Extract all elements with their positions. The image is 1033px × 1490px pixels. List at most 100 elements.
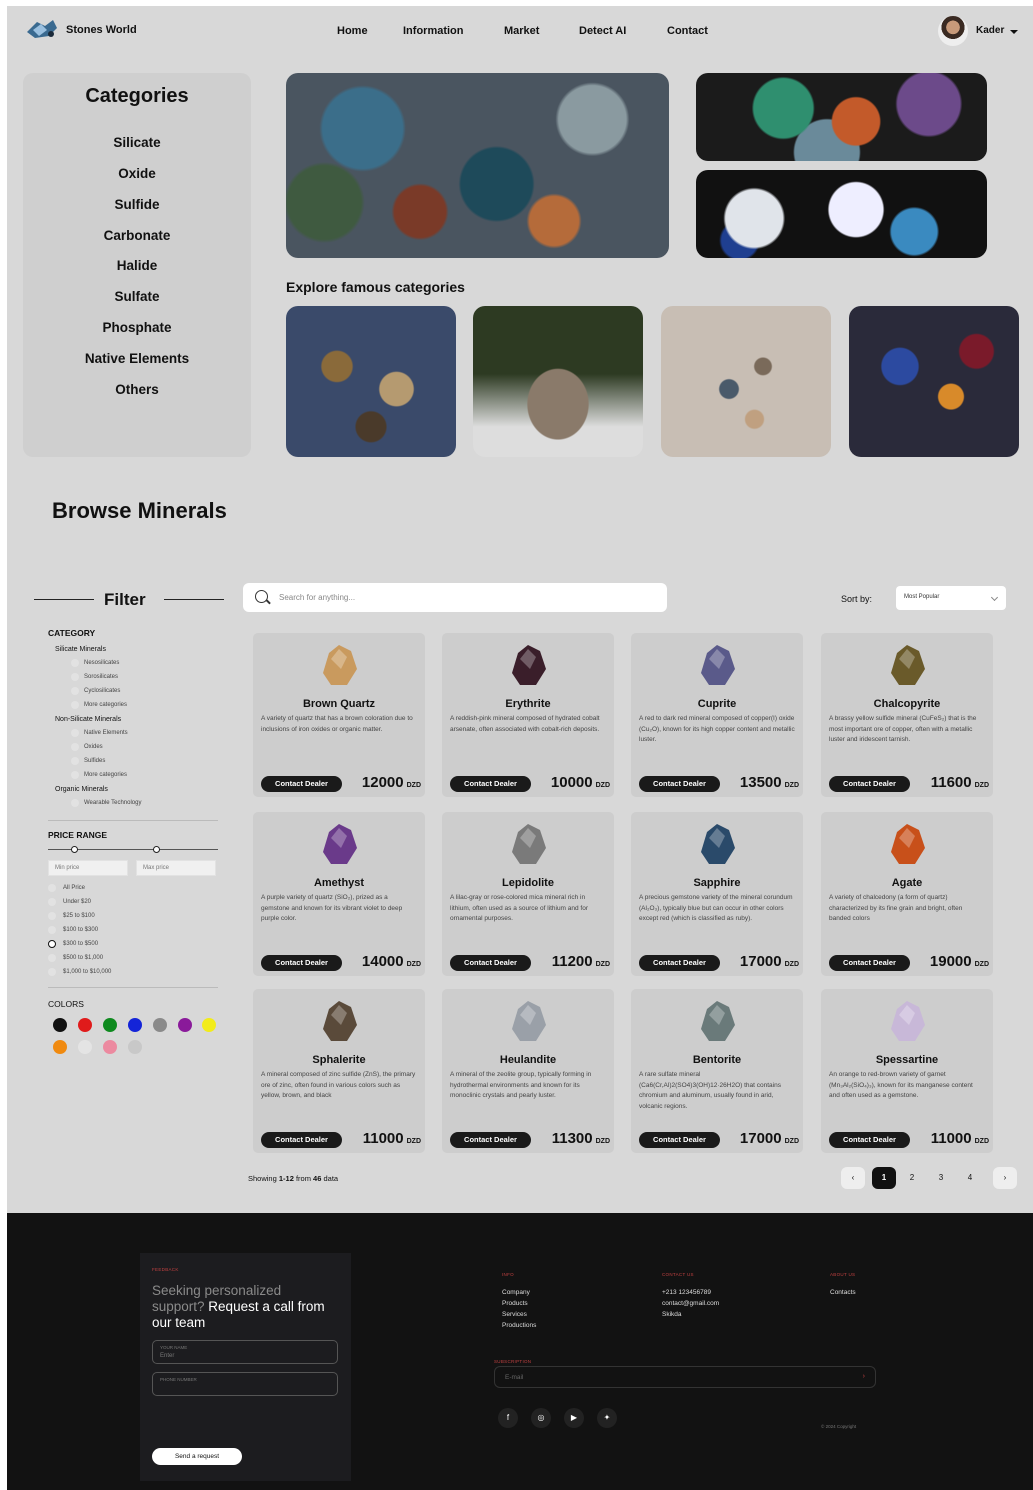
twitter-icon[interactable]: ✦	[597, 1408, 617, 1428]
filter-group-non-silicate[interactable]: Non-Silicate Minerals	[55, 716, 121, 723]
price-option[interactable]: $25 to $100	[63, 913, 95, 919]
color-swatch[interactable]	[128, 1018, 142, 1032]
next-page-button[interactable]: ›	[993, 1167, 1017, 1189]
page-button[interactable]: 3	[929, 1167, 953, 1189]
filter-option[interactable]: Cyclosilicates	[84, 688, 120, 694]
filter-option[interactable]: Nesosilicates	[84, 660, 119, 666]
color-swatch[interactable]	[178, 1018, 192, 1032]
filter-group-silicate[interactable]: Silicate Minerals	[55, 646, 106, 653]
contact-dealer-button[interactable]: Contact Dealer	[261, 1132, 342, 1148]
footer-link[interactable]: Company	[502, 1287, 536, 1298]
sort-select[interactable]: Most Popular	[896, 586, 1006, 610]
arrow-right-icon[interactable]: ›	[863, 1373, 865, 1380]
product-card[interactable]: Heulandite A mineral of the zeolite group…	[442, 989, 614, 1153]
footer-link[interactable]: Productions	[502, 1320, 536, 1331]
color-swatch[interactable]	[78, 1018, 92, 1032]
page-button[interactable]: 2	[900, 1167, 924, 1189]
category-phosphate[interactable]: Phosphate	[23, 320, 251, 335]
logo-icon[interactable]	[23, 16, 61, 42]
color-swatch[interactable]	[202, 1018, 216, 1032]
filter-option[interactable]: Wearable Technology	[84, 800, 141, 806]
product-card[interactable]: Sphalerite A mineral composed of zinc sul…	[253, 989, 425, 1153]
min-price-input[interactable]: Min price	[48, 860, 128, 876]
color-swatch[interactable]	[103, 1040, 117, 1054]
price-option[interactable]: Under $20	[63, 899, 91, 905]
price-option[interactable]: $300 to $500	[63, 941, 98, 947]
product-card[interactable]: Erythrite A reddish-pink mineral composed…	[442, 633, 614, 797]
color-swatch[interactable]	[78, 1040, 92, 1054]
send-request-button[interactable]: Send a request	[152, 1448, 242, 1465]
footer-link[interactable]: Contacts	[830, 1287, 856, 1298]
radio[interactable]	[48, 884, 56, 892]
product-card[interactable]: Lepidolite A lilac-gray or rose-colored m…	[442, 812, 614, 976]
filter-option[interactable]: Oxides	[84, 744, 103, 750]
category-sulfate[interactable]: Sulfate	[23, 289, 251, 304]
contact-dealer-button[interactable]: Contact Dealer	[639, 776, 720, 792]
brand-name[interactable]: Stones World	[66, 24, 137, 36]
color-swatch[interactable]	[103, 1018, 117, 1032]
contact-dealer-button[interactable]: Contact Dealer	[829, 1132, 910, 1148]
category-native-elements[interactable]: Native Elements	[23, 351, 251, 366]
radio[interactable]	[48, 898, 56, 906]
category-others[interactable]: Others	[23, 382, 251, 397]
phone-field[interactable]: PHONE NUMBER	[152, 1372, 338, 1396]
radio-selected[interactable]	[48, 940, 56, 948]
contact-dealer-button[interactable]: Contact Dealer	[261, 955, 342, 971]
email-subscribe-input[interactable]: E-mail ›	[494, 1366, 876, 1388]
famous-category-image[interactable]	[661, 306, 831, 457]
price-option[interactable]: $500 to $1,000	[63, 955, 103, 961]
category-halide[interactable]: Halide	[23, 258, 251, 273]
contact-dealer-button[interactable]: Contact Dealer	[829, 776, 910, 792]
product-card[interactable]: Bentorite A rare sulfate mineral (Ca6(Cr,…	[631, 989, 803, 1153]
product-card[interactable]: Chalcopyrite A brassy yellow sulfide mine…	[821, 633, 993, 797]
price-slider-max-handle[interactable]	[153, 846, 160, 853]
product-card[interactable]: Spessartine An orange to red-brown variet…	[821, 989, 993, 1153]
email-address[interactable]: contact@gmail.com	[662, 1298, 719, 1309]
filter-option[interactable]: Sorosilicates	[84, 674, 118, 680]
page-button[interactable]: 4	[958, 1167, 982, 1189]
nav-contact[interactable]: Contact	[667, 25, 708, 37]
contact-dealer-button[interactable]: Contact Dealer	[639, 955, 720, 971]
nav-market[interactable]: Market	[504, 25, 539, 37]
nav-detect-ai[interactable]: Detect AI	[579, 25, 626, 37]
product-card[interactable]: Cuprite A red to dark red mineral compose…	[631, 633, 803, 797]
footer-link[interactable]: Products	[502, 1298, 536, 1309]
prev-page-button[interactable]: ‹	[841, 1167, 865, 1189]
product-card[interactable]: Agate A variety of chalcedony (a form of …	[821, 812, 993, 976]
contact-dealer-button[interactable]: Contact Dealer	[450, 1132, 531, 1148]
chevron-down-icon[interactable]	[1010, 30, 1018, 34]
radio[interactable]	[48, 954, 56, 962]
avatar[interactable]	[938, 16, 968, 46]
contact-dealer-button[interactable]: Contact Dealer	[261, 776, 342, 792]
famous-category-image[interactable]	[473, 306, 643, 457]
checkbox[interactable]	[71, 757, 79, 765]
category-carbonate[interactable]: Carbonate	[23, 228, 251, 243]
category-silicate[interactable]: Silicate	[23, 135, 251, 150]
checkbox[interactable]	[71, 659, 79, 667]
checkbox[interactable]	[71, 673, 79, 681]
nav-information[interactable]: Information	[403, 25, 464, 37]
color-swatch[interactable]	[53, 1040, 67, 1054]
footer-link[interactable]: Services	[502, 1309, 536, 1320]
contact-dealer-button[interactable]: Contact Dealer	[450, 776, 531, 792]
search-input[interactable]: Search for anything...	[243, 583, 667, 612]
color-swatch[interactable]	[53, 1018, 67, 1032]
checkbox[interactable]	[71, 799, 79, 807]
category-sulfide[interactable]: Sulfide	[23, 197, 251, 212]
radio[interactable]	[48, 912, 56, 920]
max-price-input[interactable]: Max price	[136, 860, 216, 876]
name-field[interactable]: YOUR NAME Enter	[152, 1340, 338, 1364]
famous-category-image[interactable]	[849, 306, 1019, 457]
contact-dealer-button[interactable]: Contact Dealer	[639, 1132, 720, 1148]
filter-option[interactable]: Native Elements	[84, 730, 128, 736]
price-option[interactable]: All Price	[63, 885, 85, 891]
filter-option[interactable]: More categories	[84, 772, 127, 778]
user-name[interactable]: Kader	[976, 25, 1004, 36]
contact-dealer-button[interactable]: Contact Dealer	[829, 955, 910, 971]
product-card[interactable]: Brown Quartz A variety of quartz that has…	[253, 633, 425, 797]
color-swatch[interactable]	[153, 1018, 167, 1032]
radio[interactable]	[48, 926, 56, 934]
contact-dealer-button[interactable]: Contact Dealer	[450, 955, 531, 971]
checkbox[interactable]	[71, 701, 79, 709]
category-oxide[interactable]: Oxide	[23, 166, 251, 181]
